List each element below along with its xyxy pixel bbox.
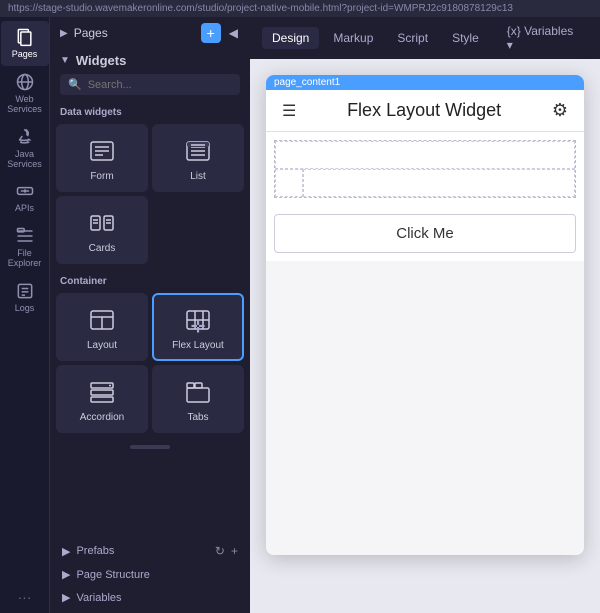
form-widget-icon [88, 137, 116, 165]
pages-title-group: ▶ Pages [60, 26, 108, 40]
widget-layout[interactable]: Layout [56, 293, 148, 361]
drag-cursor-icon: ✛ [190, 317, 205, 338]
pages-label: Pages [74, 26, 108, 40]
main-content: Design Markup Script Style {x} Variables… [250, 17, 600, 613]
tabs-widget-label: Tabs [187, 412, 208, 423]
sidebar-item-pages-label: Pages [12, 50, 38, 60]
left-sidebar: Pages Web Services Java Services [0, 17, 50, 613]
page-structure-row[interactable]: ▶ Page Structure [56, 563, 244, 586]
flex-cell-left[interactable] [275, 169, 303, 197]
sidebar-item-web-services[interactable]: Web Services [1, 66, 49, 121]
tab-design[interactable]: Design [262, 27, 319, 49]
list-widget-label: List [190, 171, 206, 182]
sidebar-item-file-label: File Explorer [5, 249, 45, 269]
search-box: 🔍 [60, 74, 240, 95]
scrollbar-indicator [56, 441, 244, 453]
variables-label: Variables [76, 592, 121, 604]
widget-accordion[interactable]: Accordion [56, 365, 148, 433]
widget-tabs[interactable]: Tabs [152, 365, 244, 433]
pages-icon [15, 27, 35, 47]
widgets-arrow-icon: ▼ [60, 55, 70, 66]
layout-widget-icon [88, 306, 116, 334]
phone-content-area [266, 261, 584, 555]
file-explorer-icon [15, 226, 35, 246]
container-label: Container [56, 272, 244, 293]
data-widgets-label: Data widgets [56, 103, 244, 124]
panel: ▶ Pages + ◀ ▼ Widgets 🔍 Data widgets [50, 17, 250, 613]
add-page-button[interactable]: + [201, 23, 221, 43]
web-services-icon [15, 72, 35, 92]
sidebar-item-logs-label: Logs [15, 304, 35, 314]
list-widget-icon [184, 137, 212, 165]
tab-script[interactable]: Script [387, 27, 438, 49]
settings-icon[interactable]: ⚙ [552, 100, 568, 121]
sidebar-item-web-label: Web Services [5, 95, 45, 115]
page-content-label: page_content1 [266, 75, 584, 90]
widgets-label: Widgets [76, 53, 126, 68]
widgets-scroll: Data widgets Form [50, 103, 250, 535]
collapse-panel-button[interactable]: ◀ [227, 24, 240, 42]
container-widget-grid: Layout ✛ Flex Layout [56, 293, 244, 433]
layout-widget-label: Layout [87, 340, 117, 351]
sidebar-item-pages[interactable]: Pages [1, 21, 49, 66]
flex-layout-widget-label: Flex Layout [172, 340, 224, 351]
pages-header: ▶ Pages + ◀ [50, 17, 250, 49]
variables-row[interactable]: ▶ Variables [56, 586, 244, 609]
search-input[interactable] [88, 79, 232, 91]
tab-variables[interactable]: {x} Variables ▾ [497, 20, 588, 56]
page-structure-arrow-icon: ▶ [62, 568, 70, 581]
sidebar-item-apis[interactable]: APIs [1, 175, 49, 220]
flex-layout-container[interactable] [274, 140, 576, 198]
top-toolbar: Design Markup Script Style {x} Variables… [250, 17, 600, 59]
phone-title: Flex Layout Widget [308, 100, 540, 121]
apis-icon [15, 181, 35, 201]
phone-frame: page_content1 ☰ Flex Layout Widget ⚙ [266, 75, 584, 555]
url-bar: https://stage-studio.wavemakeronline.com… [0, 0, 600, 17]
accordion-widget-label: Accordion [80, 412, 124, 423]
cards-widget-icon [88, 209, 116, 237]
hamburger-icon[interactable]: ☰ [282, 101, 296, 121]
pages-arrow-icon: ▶ [60, 28, 68, 39]
variables-arrow-icon: ▶ [62, 591, 70, 604]
flex-bottom-row [275, 169, 575, 197]
prefabs-arrow-icon: ▶ [62, 545, 70, 558]
more-options[interactable]: ··· [10, 581, 40, 613]
sidebar-item-logs[interactable]: Logs [1, 275, 49, 320]
widget-cards[interactable]: Cards [56, 196, 148, 264]
flex-cell-top[interactable] [275, 141, 575, 169]
refresh-icon[interactable]: ↻ [215, 544, 225, 558]
java-services-icon [15, 127, 35, 147]
logs-icon [15, 281, 35, 301]
scrollbar-pill [130, 445, 170, 449]
widgets-header: ▼ Widgets [50, 49, 250, 74]
page-structure-label: Page Structure [76, 569, 149, 581]
sidebar-item-file-explorer[interactable]: File Explorer [1, 220, 49, 275]
sidebar-item-java-services[interactable]: Java Services [1, 121, 49, 176]
flex-cell-right[interactable] [303, 169, 575, 197]
bottom-panel-items: ▶ Prefabs ↻ + ▶ Page Structure ▶ Variabl… [50, 535, 250, 613]
data-widget-grid: Form List [56, 124, 244, 264]
cards-widget-label: Cards [89, 243, 116, 254]
click-me-button[interactable]: Click Me [274, 214, 576, 253]
phone-header: ☰ Flex Layout Widget ⚙ [266, 90, 584, 132]
tab-markup[interactable]: Markup [323, 27, 383, 49]
accordion-widget-icon [88, 378, 116, 406]
search-icon: 🔍 [68, 78, 82, 91]
prefabs-row[interactable]: ▶ Prefabs ↻ + [56, 539, 244, 563]
form-widget-label: Form [90, 171, 113, 182]
widget-list[interactable]: List [152, 124, 244, 192]
sidebar-item-java-label: Java Services [5, 150, 45, 170]
prefabs-label: Prefabs [76, 545, 114, 557]
flex-top-row [275, 141, 575, 169]
tabs-widget-icon [184, 378, 212, 406]
main-container: Pages Web Services Java Services [0, 17, 600, 613]
sidebar-item-apis-label: APIs [15, 204, 34, 214]
widget-flex-layout[interactable]: ✛ Flex Layout [152, 293, 244, 361]
tab-style[interactable]: Style [442, 27, 489, 49]
phone-area: page_content1 ☰ Flex Layout Widget ⚙ [250, 59, 600, 613]
add-prefab-icon[interactable]: + [231, 544, 238, 558]
widget-form[interactable]: Form [56, 124, 148, 192]
